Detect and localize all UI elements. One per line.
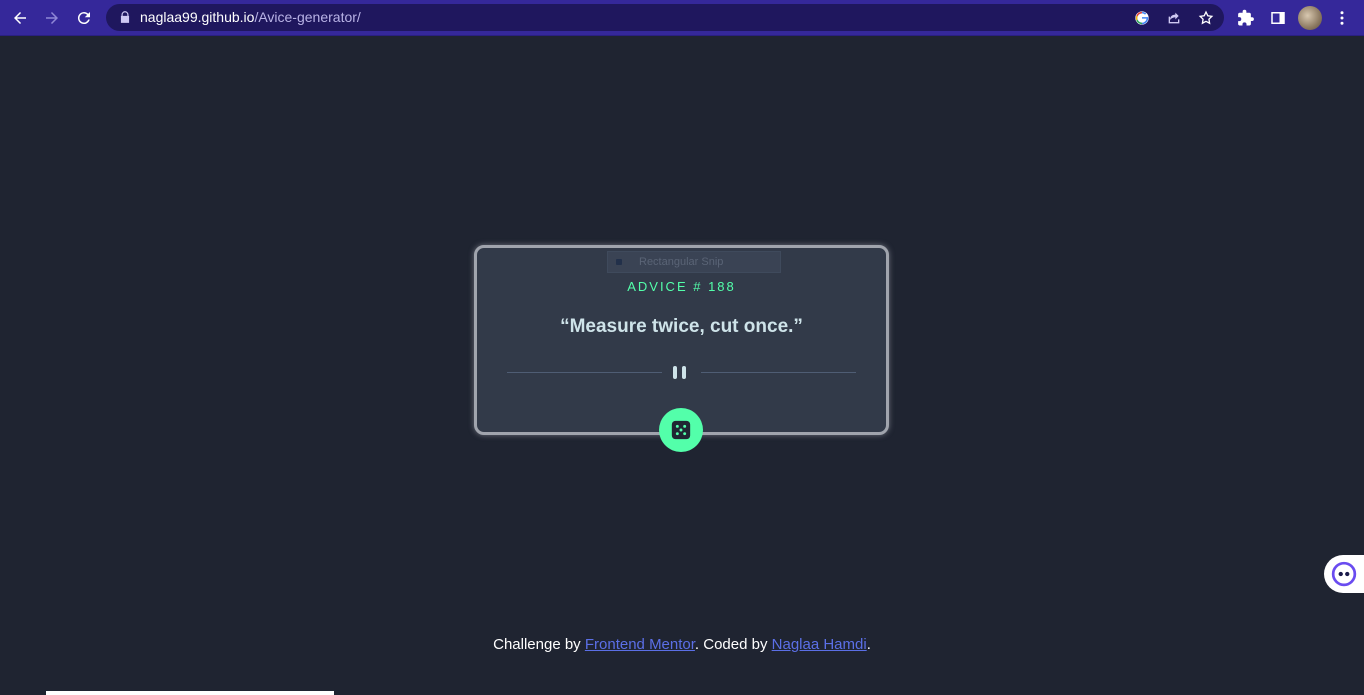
advice-card: Rectangular Snip ADVICE # 188 “Measure t… — [474, 245, 889, 452]
kebab-menu-icon — [1340, 11, 1344, 25]
url-path: /Avice-generator/ — [254, 9, 361, 25]
footer-middle: . Coded by — [694, 636, 772, 653]
extensions-button[interactable] — [1235, 7, 1257, 29]
url-host: naglaa99.github.io — [140, 9, 255, 25]
google-icon — [1135, 11, 1149, 25]
divider-line-right — [701, 372, 856, 373]
reload-icon — [77, 12, 90, 25]
share-button[interactable] — [1164, 8, 1184, 28]
side-panel-button[interactable] — [1267, 7, 1289, 29]
advice-quote: “Measure twice, cut once.” — [560, 316, 803, 337]
star-icon — [1198, 10, 1214, 25]
pause-divider-icon — [682, 366, 686, 379]
menu-button[interactable] — [1331, 7, 1353, 29]
snip-icon — [616, 259, 622, 265]
bookmark-button[interactable] — [1196, 8, 1216, 28]
advice-number: ADVICE # 188 — [627, 279, 736, 294]
snip-tooltip: Rectangular Snip — [607, 251, 781, 273]
floating-assistant-button[interactable] — [1324, 555, 1364, 593]
lock-icon — [120, 11, 130, 23]
reload-button[interactable] — [72, 6, 96, 30]
footer-prefix: Challenge by — [493, 636, 585, 653]
assistant-icon — [1331, 561, 1357, 587]
arrow-right-icon — [46, 12, 58, 24]
footer-suffix: . — [866, 636, 871, 653]
arrow-left-icon — [14, 12, 26, 24]
forward-button[interactable] — [40, 6, 64, 30]
attribution-footer: Challenge by Frontend Mentor. Coded by N… — [0, 636, 1364, 653]
generate-advice-button[interactable] — [659, 408, 703, 452]
back-button[interactable] — [8, 6, 32, 30]
taskbar-strip — [46, 691, 334, 695]
snip-label: Rectangular Snip — [639, 256, 724, 268]
author-link[interactable]: Naglaa Hamdi — [772, 636, 867, 653]
divider-line-left — [507, 372, 662, 373]
url-text: naglaa99.github.io/Avice-generator/ — [140, 9, 361, 25]
profile-avatar[interactable] — [1298, 6, 1322, 30]
side-panel-icon — [1271, 12, 1285, 24]
address-bar[interactable]: naglaa99.github.io/Avice-generator/ — [106, 4, 1224, 31]
frontend-mentor-link[interactable]: Frontend Mentor — [585, 636, 695, 653]
browser-toolbar: naglaa99.github.io/Avice-generator/ — [0, 0, 1364, 36]
google-lens-button[interactable] — [1132, 8, 1152, 28]
pause-divider-icon — [673, 366, 677, 379]
dice-icon — [671, 420, 691, 440]
puzzle-icon — [1238, 9, 1254, 26]
share-icon — [1168, 12, 1180, 24]
